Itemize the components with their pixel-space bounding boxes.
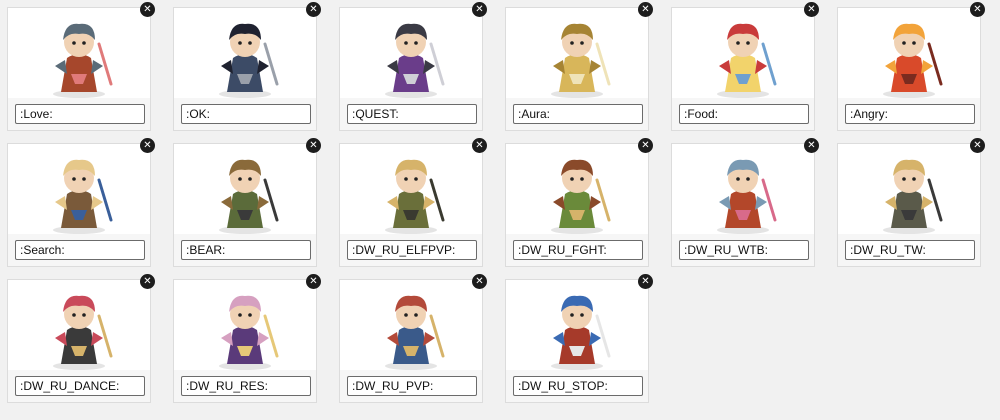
emoji-card [173, 279, 317, 403]
emoji-card [7, 279, 151, 403]
orc-vs-human-fight-sticker-icon [514, 150, 640, 236]
emoji-card [7, 7, 151, 131]
emoji-code-input[interactable] [845, 240, 975, 260]
remove-emoji-close-icon[interactable]: ✕ [306, 138, 321, 153]
chibi-purple-hair-elf-quest-icon [348, 14, 474, 100]
chibi-warrior-with-wolf-love-icon [16, 14, 142, 100]
emoji-card [173, 143, 317, 267]
remove-emoji-close-icon[interactable]: ✕ [970, 138, 985, 153]
emoji-code-input[interactable] [15, 240, 145, 260]
chibi-explorer-search-icon [16, 150, 142, 236]
elf-pvp-banner-sticker-icon [348, 150, 474, 236]
emoji-card [505, 143, 649, 267]
emoji-code-input[interactable] [513, 240, 643, 260]
chibi-blonde-elf-food-icon [680, 14, 806, 100]
remove-emoji-close-icon[interactable]: ✕ [140, 138, 155, 153]
emoji-code-input[interactable] [513, 376, 643, 396]
emoji-code-input[interactable] [347, 376, 477, 396]
emoji-code-input[interactable] [347, 104, 477, 124]
orc-warrior-with-bear-icon [182, 150, 308, 236]
undead-dancer-sticker-icon [16, 286, 142, 372]
emoji-card [339, 7, 483, 131]
remove-emoji-close-icon[interactable]: ✕ [804, 2, 819, 17]
dwarf-golem-tw-sticker-icon [846, 150, 972, 236]
remove-emoji-close-icon[interactable]: ✕ [804, 138, 819, 153]
emoji-code-input[interactable] [15, 104, 145, 124]
emoji-card [7, 143, 151, 267]
remove-emoji-close-icon[interactable]: ✕ [306, 274, 321, 289]
emoji-card [505, 279, 649, 403]
remove-emoji-close-icon[interactable]: ✕ [306, 2, 321, 17]
emoji-card [173, 7, 317, 131]
emoji-code-input[interactable] [15, 376, 145, 396]
chibi-dark-elf-ok-icon [182, 14, 308, 100]
remove-emoji-close-icon[interactable]: ✕ [638, 274, 653, 289]
emoji-code-input[interactable] [181, 240, 311, 260]
emoji-grid: ✕ ✕ ✕ ✕ ✕ ✕ ✕ ✕ ✕ ✕ ✕ ✕ ✕ ✕ ✕ ✕ [0, 0, 1000, 420]
emoji-card [339, 279, 483, 403]
chibi-fire-mage-angry-icon [846, 14, 972, 100]
emoji-code-input[interactable] [181, 104, 311, 124]
emoji-code-input[interactable] [181, 376, 311, 396]
troll-archer-pvp-sticker-icon [348, 286, 474, 372]
remove-emoji-close-icon[interactable]: ✕ [970, 2, 985, 17]
remove-emoji-close-icon[interactable]: ✕ [638, 138, 653, 153]
remove-emoji-close-icon[interactable]: ✕ [472, 138, 487, 153]
emoji-card [505, 7, 649, 131]
emoji-card [339, 143, 483, 267]
remove-emoji-close-icon[interactable]: ✕ [140, 274, 155, 289]
emoji-code-input[interactable] [679, 104, 809, 124]
remove-emoji-close-icon[interactable]: ✕ [140, 2, 155, 17]
priestess-res-sticker-icon [182, 286, 308, 372]
emoji-card [837, 143, 981, 267]
emoji-code-input[interactable] [347, 240, 477, 260]
remove-emoji-close-icon[interactable]: ✕ [638, 2, 653, 17]
emoji-code-input[interactable] [513, 104, 643, 124]
chibi-golden-paladin-aura-icon [514, 14, 640, 100]
remove-emoji-close-icon[interactable]: ✕ [472, 274, 487, 289]
emoji-code-input[interactable] [679, 240, 809, 260]
stop-sign-girl-sticker-icon [514, 286, 640, 372]
emoji-code-input[interactable] [845, 104, 975, 124]
redhead-girl-wtb-sticker-icon [680, 150, 806, 236]
emoji-card [837, 7, 981, 131]
remove-emoji-close-icon[interactable]: ✕ [472, 2, 487, 17]
emoji-card [671, 7, 815, 131]
emoji-card [671, 143, 815, 267]
